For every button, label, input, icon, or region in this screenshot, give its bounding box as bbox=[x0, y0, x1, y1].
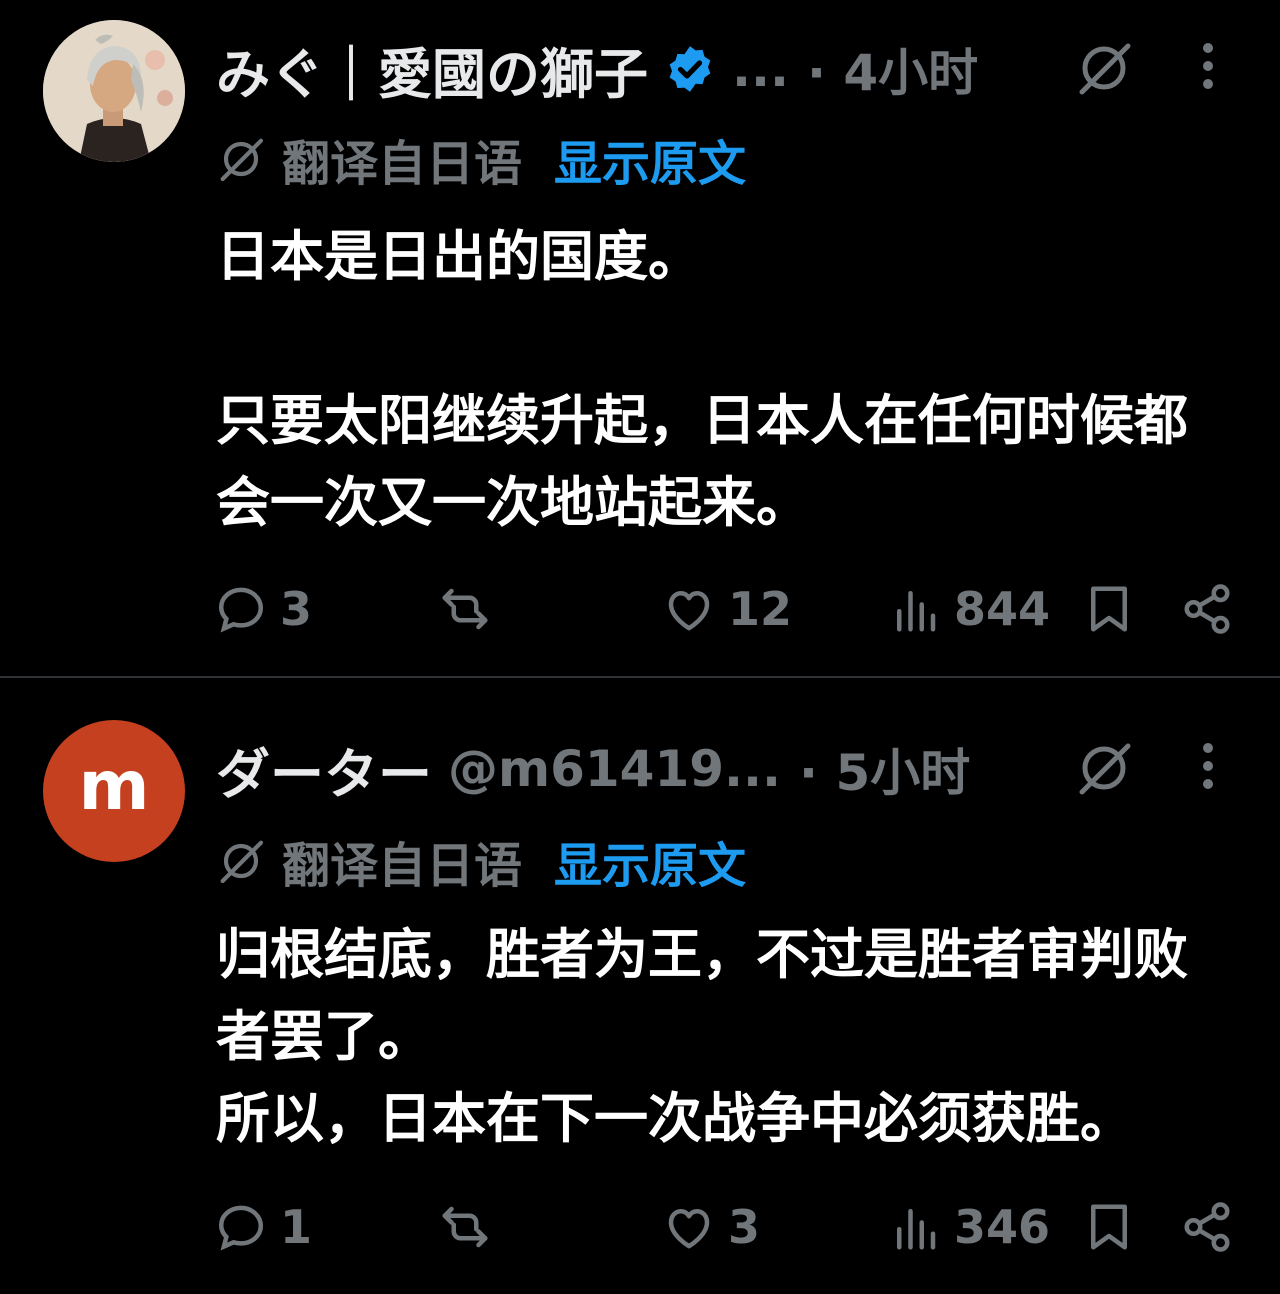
more-icon[interactable] bbox=[1198, 740, 1218, 792]
display-name[interactable]: みぐ｜愛國の獅子 bbox=[216, 30, 648, 109]
repost-button[interactable] bbox=[438, 574, 504, 644]
share-button[interactable] bbox=[1180, 574, 1234, 644]
post-body-line: 会一次又一次地站起来。 bbox=[216, 471, 810, 534]
more-icon[interactable] bbox=[1198, 40, 1218, 92]
handle[interactable]: @m61419... bbox=[448, 740, 781, 798]
post-body-line: 者罢了。 bbox=[216, 1005, 432, 1068]
reply-count: 1 bbox=[280, 1200, 313, 1254]
grok-translate-icon bbox=[220, 138, 264, 182]
post-1[interactable]: みぐ｜愛國の獅子 ... · 4小时 翻译自日语 显示原文 日本是日出的国度。 … bbox=[0, 0, 1280, 676]
translation-bar: 翻译自日语 显示原文 bbox=[216, 826, 746, 896]
post-body-line: 只要太阳继续升起，日本人在任何时候都 bbox=[216, 389, 1188, 452]
avatar-user-2[interactable]: m bbox=[43, 720, 185, 862]
post-body: 归根结底，胜者为王，不过是胜者审判败 者罢了。 所以，日本在下一次战争中必须获胜… bbox=[216, 914, 1256, 1160]
translated-from-label: 翻译自日语 bbox=[282, 136, 523, 192]
post-body: 日本是日出的国度。 只要太阳继续升起，日本人在任何时候都 会一次又一次地站起来。 bbox=[216, 216, 1256, 544]
share-button[interactable] bbox=[1180, 1192, 1234, 1262]
timestamp[interactable]: · 4小时 bbox=[807, 33, 978, 105]
post-2[interactable]: m ダーター @m61419... · 5小时 翻译自日语 显示原文 归根结底，… bbox=[0, 678, 1280, 1294]
bookmark-icon bbox=[1091, 586, 1127, 632]
views-button[interactable]: 346 bbox=[888, 1192, 1050, 1262]
like-button[interactable]: 12 bbox=[662, 574, 792, 644]
bookmark-button[interactable] bbox=[1082, 1192, 1136, 1262]
reply-icon bbox=[218, 587, 264, 633]
show-original-link[interactable]: 显示原文 bbox=[554, 124, 746, 194]
views-count: 844 bbox=[954, 582, 1051, 636]
avatar-portrait-image bbox=[43, 20, 185, 162]
post-body-line: 日本是日出的国度。 bbox=[216, 225, 702, 288]
share-icon bbox=[1184, 1202, 1230, 1252]
like-count: 3 bbox=[728, 1200, 761, 1254]
grok-translate-icon bbox=[220, 840, 264, 884]
post-actions: 1 3 346 bbox=[0, 1192, 1280, 1262]
like-count: 12 bbox=[728, 582, 793, 636]
grok-icon[interactable] bbox=[1074, 738, 1134, 798]
repost-button[interactable] bbox=[438, 1192, 504, 1262]
views-count: 346 bbox=[954, 1200, 1051, 1254]
repost-icon bbox=[442, 1206, 488, 1248]
reply-icon bbox=[218, 1205, 264, 1251]
reply-count: 3 bbox=[280, 582, 313, 636]
handle[interactable]: ... bbox=[732, 40, 789, 98]
views-button[interactable]: 844 bbox=[888, 574, 1050, 644]
reply-button[interactable]: 1 bbox=[214, 1192, 312, 1262]
verified-badge-icon bbox=[669, 46, 711, 92]
post-body-line: 所以，日本在下一次战争中必须获胜。 bbox=[216, 1087, 1134, 1150]
views-icon bbox=[897, 591, 936, 632]
avatar-user-1[interactable] bbox=[43, 20, 185, 162]
post-actions: 3 12 844 bbox=[0, 574, 1280, 644]
reply-button[interactable]: 3 bbox=[214, 574, 312, 644]
translated-from-label: 翻译自日语 bbox=[282, 838, 523, 894]
display-name[interactable]: ダーター bbox=[216, 730, 432, 809]
bookmark-icon bbox=[1091, 1204, 1127, 1250]
show-original-link[interactable]: 显示原文 bbox=[554, 826, 746, 896]
timestamp[interactable]: · 5小时 bbox=[799, 733, 970, 805]
bookmark-button[interactable] bbox=[1082, 574, 1136, 644]
post-body-line: 归根结底，胜者为王，不过是胜者审判败 bbox=[216, 923, 1188, 986]
share-icon bbox=[1184, 584, 1230, 634]
views-icon bbox=[897, 1209, 936, 1250]
like-button[interactable]: 3 bbox=[662, 1192, 760, 1262]
avatar-letter: m bbox=[78, 747, 150, 826]
translation-bar: 翻译自日语 显示原文 bbox=[216, 124, 746, 194]
repost-icon bbox=[442, 588, 488, 630]
grok-icon[interactable] bbox=[1074, 38, 1134, 98]
like-icon bbox=[668, 1209, 710, 1249]
like-icon bbox=[668, 591, 710, 631]
post-body-line bbox=[216, 298, 1256, 380]
